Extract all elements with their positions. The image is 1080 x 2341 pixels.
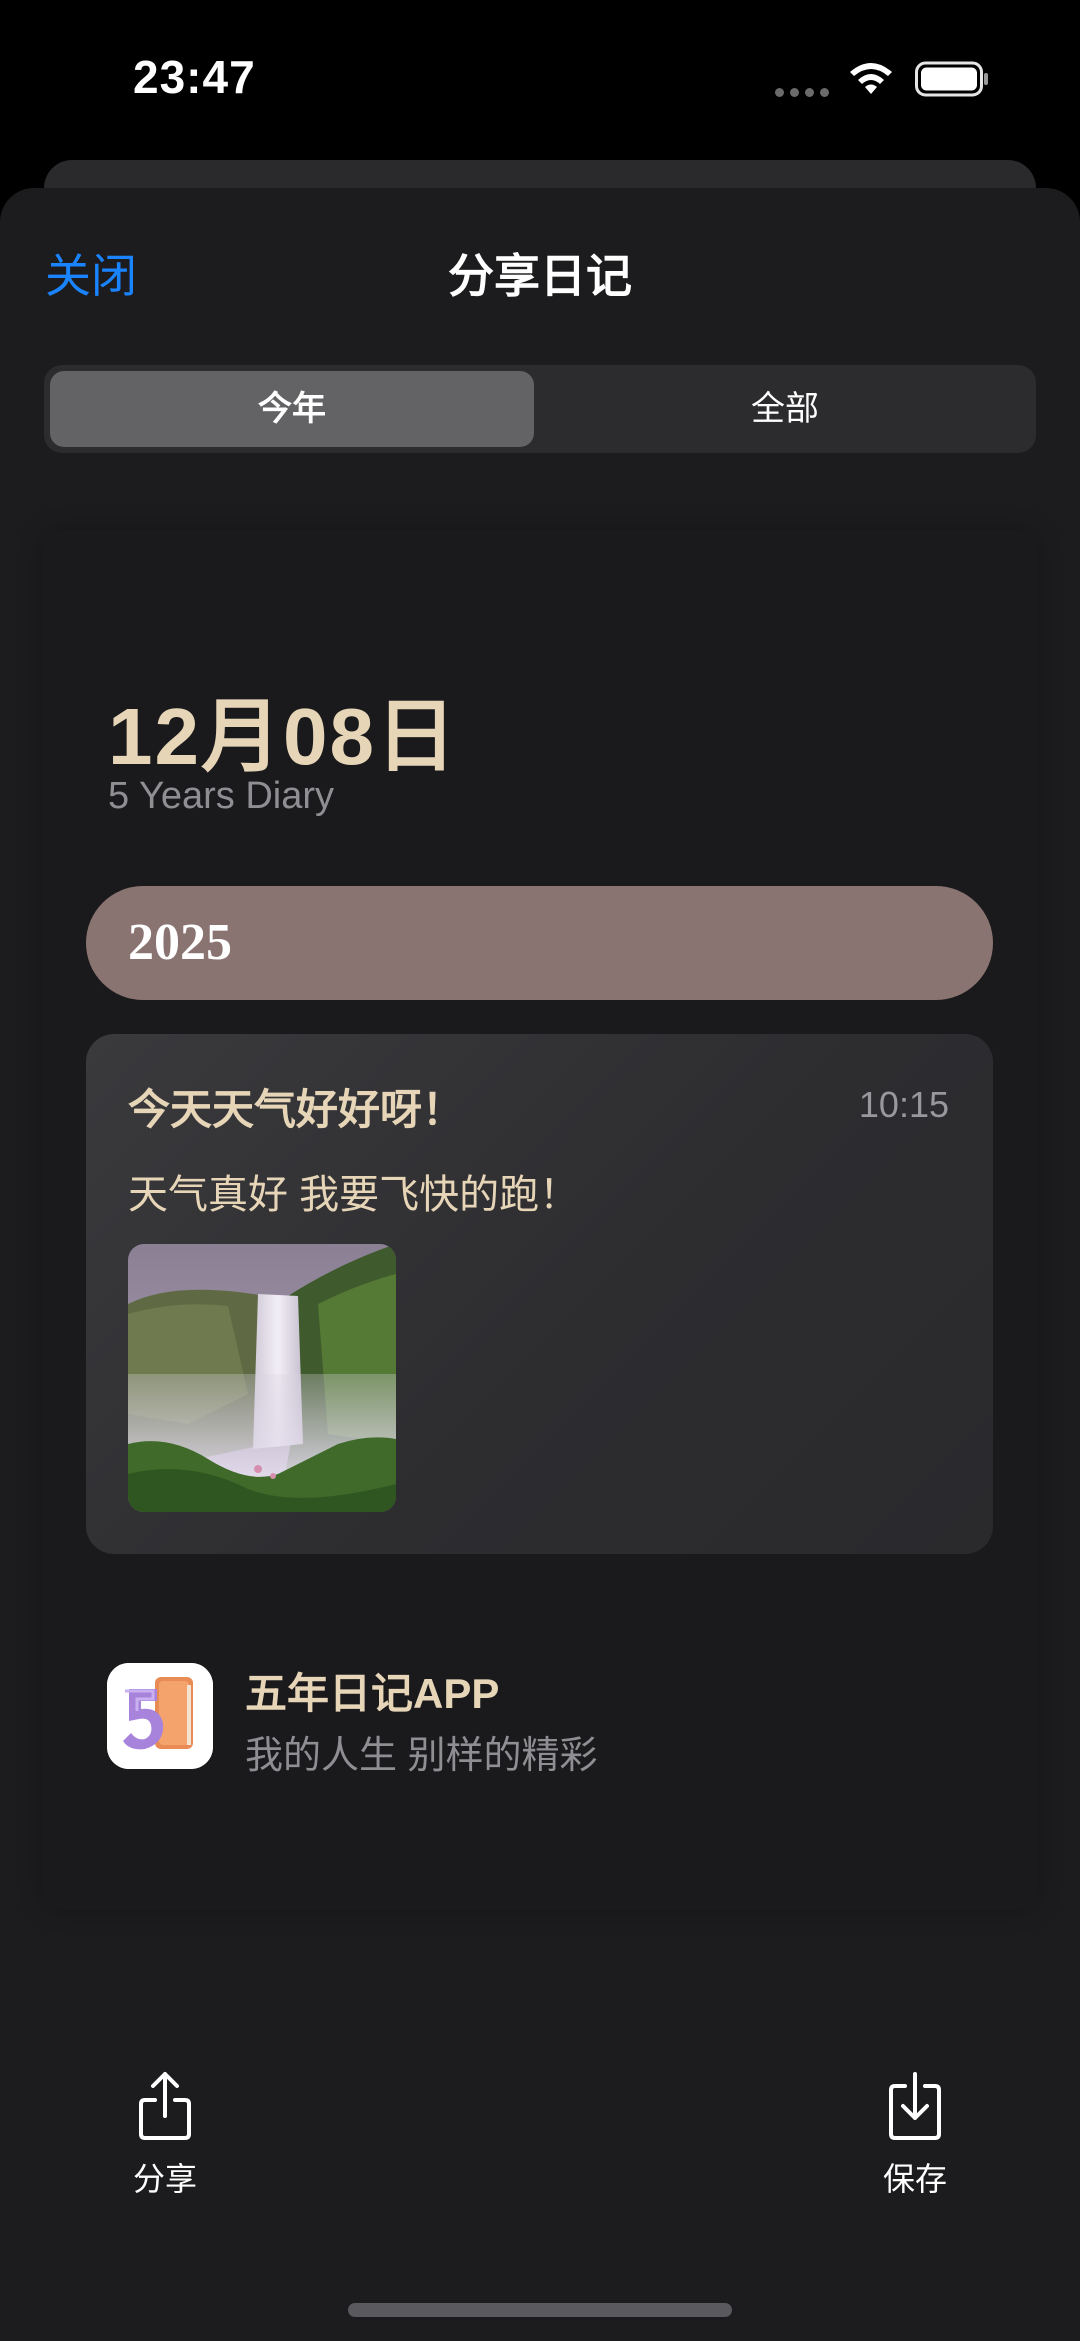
segmented-control: 今年 全部 xyxy=(44,365,1036,453)
share-button[interactable]: 分享 xyxy=(95,2070,235,2200)
home-indicator[interactable] xyxy=(348,2303,732,2317)
waterfall-photo xyxy=(128,1244,396,1512)
entry-title: 今天天气好好呀！ xyxy=(128,1086,465,1133)
download-icon xyxy=(889,2072,941,2140)
close-button[interactable]: 关闭 xyxy=(45,240,137,306)
wifi-icon xyxy=(850,63,892,94)
segment-all[interactable]: 全部 xyxy=(540,365,1030,453)
page-title: 分享日记 xyxy=(448,250,632,302)
cellular-signal-icon xyxy=(775,88,829,97)
segment-this-year[interactable]: 今年 xyxy=(50,365,534,453)
app-logo-icon xyxy=(107,1663,213,1769)
year-header: 2025 xyxy=(86,886,993,1000)
diary-date: 12月08日 xyxy=(108,692,458,781)
app-name: 五年日记APP xyxy=(245,1670,500,1717)
save-label: 保存 xyxy=(882,2161,947,2197)
year-label: 2025 xyxy=(128,914,232,971)
share-label: 分享 xyxy=(132,2161,197,2197)
diary-subtitle: 5 Years Diary xyxy=(108,775,335,817)
app-slogan: 我的人生 别样的精彩 xyxy=(245,1735,598,1777)
status-time: 23:47 xyxy=(133,51,256,103)
screen: 23:47 分享日记 关闭 今年 全部 12月08日 5 Years Diary… xyxy=(0,0,1080,2341)
save-button[interactable]: 保存 xyxy=(845,2070,985,2200)
battery-icon xyxy=(915,61,988,97)
entry-time: 10:15 xyxy=(858,1084,949,1125)
share-icon xyxy=(139,2072,191,2140)
diary-entry: 今天天气好好呀！ 10:15 天气真好 我要飞快的跑！ xyxy=(86,1034,993,1554)
entry-body: 天气真好 我要飞快的跑！ xyxy=(128,1173,580,1217)
